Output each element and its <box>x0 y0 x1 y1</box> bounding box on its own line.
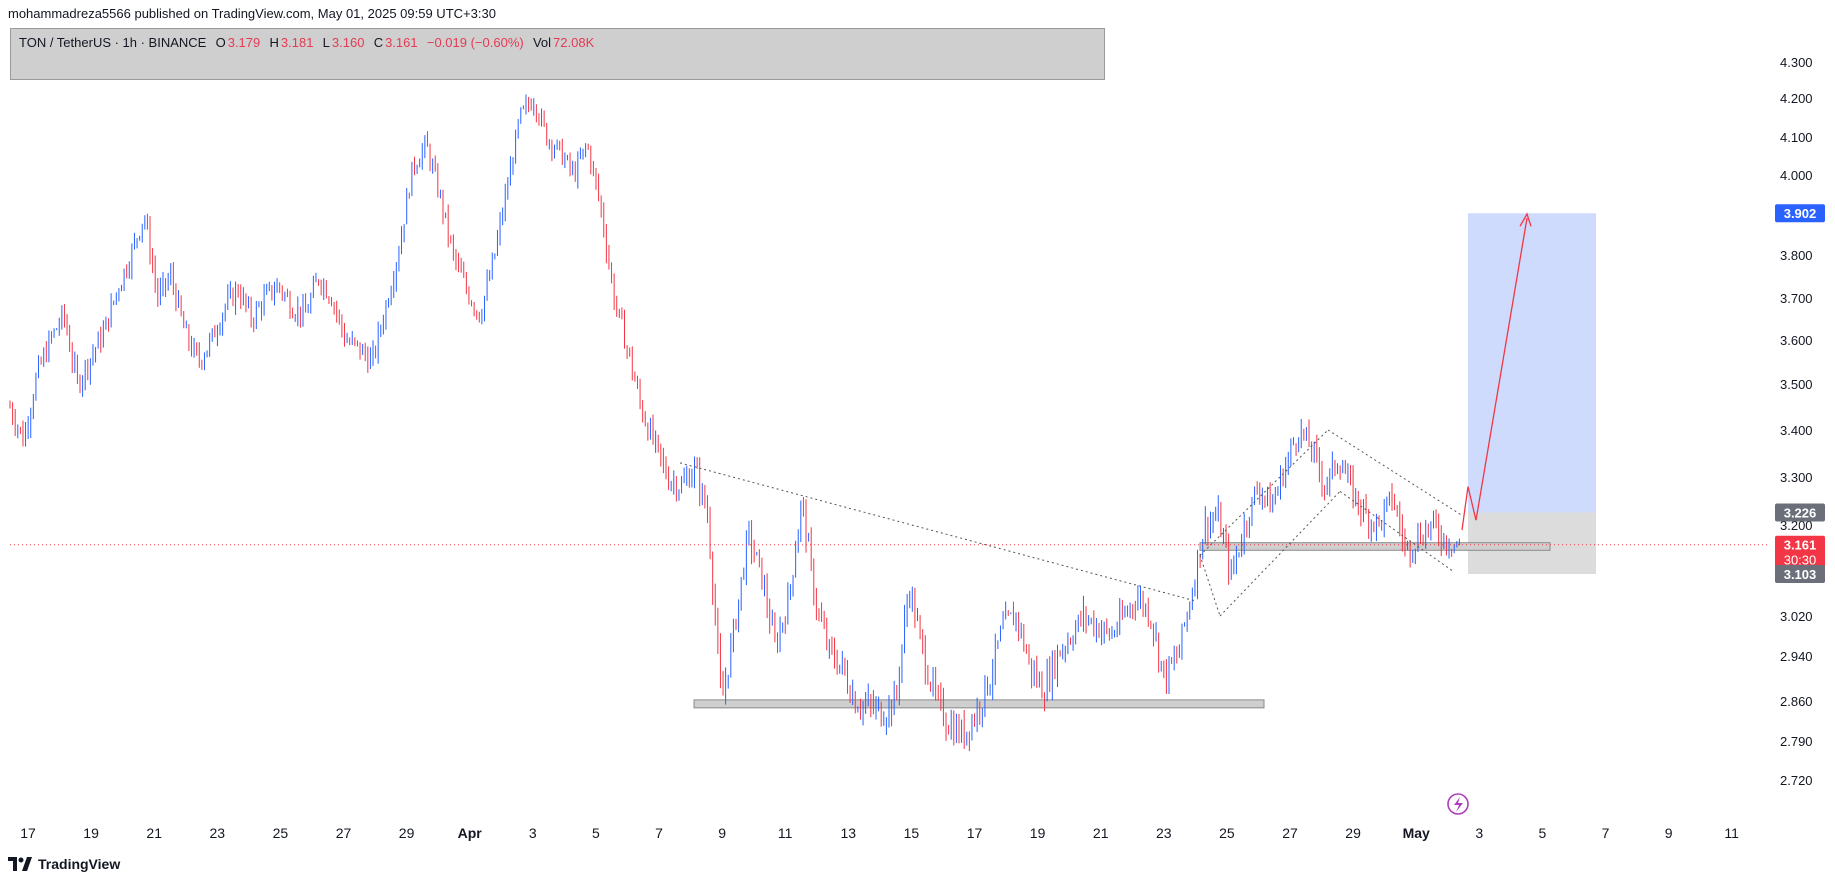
x-tick-label: 11 <box>1724 825 1739 841</box>
stop-price-badge: 3.103 <box>1784 567 1817 582</box>
price-chart[interactable]: 4.3004.2004.1004.0003.9003.8003.7003.600… <box>0 0 1835 883</box>
x-tick-label: 7 <box>655 825 663 841</box>
support-zone-upper[interactable] <box>1199 542 1551 551</box>
descending-trendline[interactable] <box>679 462 1196 602</box>
x-tick-label: 25 <box>1219 825 1235 841</box>
y-tick-label: 4.000 <box>1780 168 1813 183</box>
entry-price-badge: 3.226 <box>1784 506 1817 521</box>
x-tick-label: 21 <box>1093 825 1109 841</box>
channel-upper[interactable] <box>1199 429 1329 556</box>
x-tick-label: 23 <box>210 825 226 841</box>
y-tick-label: 4.100 <box>1780 130 1813 145</box>
y-tick-label: 4.200 <box>1780 91 1813 106</box>
x-tick-label: 11 <box>778 825 793 841</box>
x-tick-label: 9 <box>1665 825 1673 841</box>
current-price-badge: 3.161 <box>1784 538 1817 553</box>
x-tick-label: 27 <box>336 825 352 841</box>
brand-name: TradingView <box>38 856 121 872</box>
tradingview-logo-icon <box>8 857 32 871</box>
channel-lower[interactable] <box>1219 491 1341 617</box>
x-tick-label: 5 <box>1539 825 1547 841</box>
x-tick-label: 7 <box>1602 825 1610 841</box>
x-tick-label: 3 <box>529 825 537 841</box>
wedge-lower[interactable] <box>1339 490 1453 571</box>
x-tick-label: 17 <box>20 825 36 841</box>
y-tick-label: 2.790 <box>1780 734 1813 749</box>
y-tick-label: 3.500 <box>1780 377 1813 392</box>
channel-edge[interactable] <box>1199 555 1221 617</box>
x-tick-label: 19 <box>83 825 99 841</box>
y-tick-label: 2.940 <box>1780 649 1813 664</box>
y-tick-label: 3.020 <box>1780 609 1813 624</box>
x-tick-label: 29 <box>399 825 415 841</box>
x-tick-label: 19 <box>1030 825 1046 841</box>
x-tick-label: 13 <box>841 825 857 841</box>
y-tick-label: 3.800 <box>1780 248 1813 263</box>
lightning-icon[interactable] <box>1447 793 1469 815</box>
brand-footer[interactable]: TradingView <box>8 856 120 872</box>
x-tick-label: Apr <box>458 825 483 841</box>
x-tick-label: 5 <box>592 825 600 841</box>
y-tick-label: 3.600 <box>1780 333 1813 348</box>
y-tick-label: 3.300 <box>1780 470 1813 485</box>
x-tick-label: 23 <box>1156 825 1172 841</box>
x-tick-label: 9 <box>718 825 726 841</box>
y-tick-label: 3.400 <box>1780 423 1813 438</box>
x-tick-label: 21 <box>146 825 162 841</box>
y-tick-label: 2.720 <box>1780 773 1813 788</box>
y-tick-label: 2.860 <box>1780 694 1813 709</box>
target-zone[interactable] <box>1468 213 1596 513</box>
x-tick-label: 25 <box>273 825 289 841</box>
target-price-badge: 3.902 <box>1784 206 1817 221</box>
x-tick-label: 17 <box>967 825 983 841</box>
x-tick-label: 15 <box>904 825 920 841</box>
x-tick-label: 3 <box>1475 825 1483 841</box>
x-tick-label: May <box>1403 825 1430 841</box>
x-tick-label: 27 <box>1282 825 1298 841</box>
x-tick-label: 29 <box>1345 825 1361 841</box>
y-tick-label: 3.700 <box>1780 291 1813 306</box>
support-zone-lower[interactable] <box>693 699 1265 709</box>
y-tick-label: 4.300 <box>1780 55 1813 70</box>
